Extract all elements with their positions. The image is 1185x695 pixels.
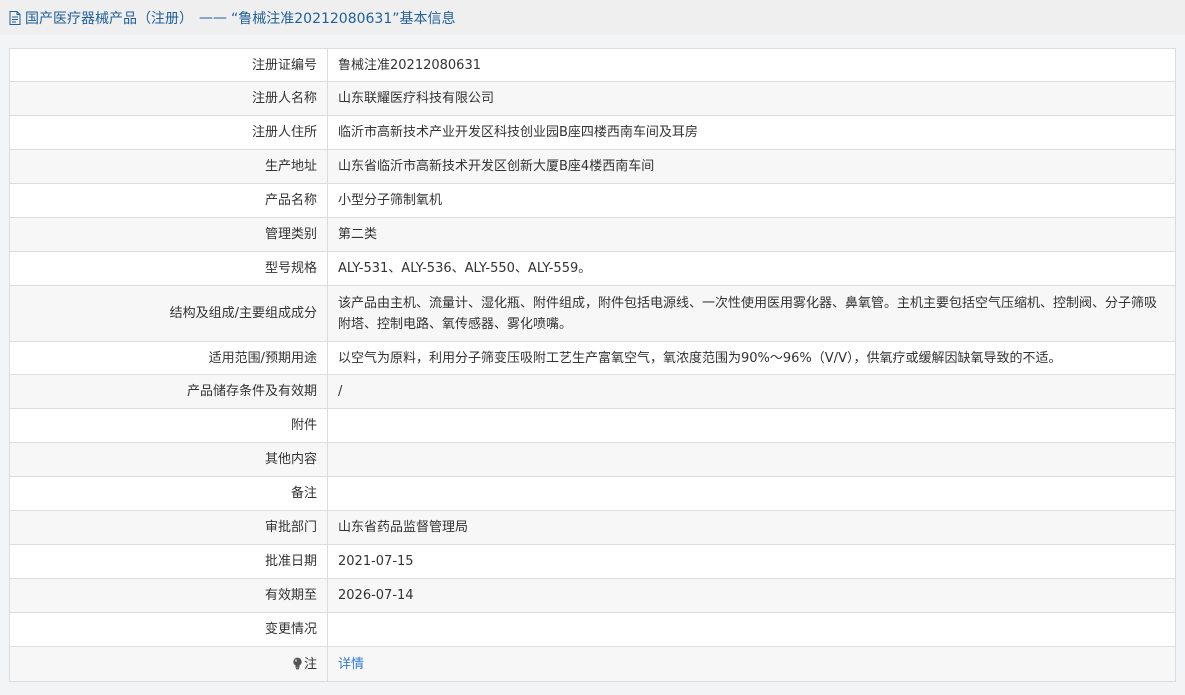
row-value — [327, 612, 1176, 647]
page-header: 国产医疗器械产品（注册） —— “鲁械注准20212080631”基本信息 — [0, 0, 1185, 35]
row-label: 其他内容 — [9, 442, 328, 477]
row-value: 山东省药品监督管理局 — [327, 510, 1176, 545]
row-label: 注册证编号 — [9, 48, 328, 82]
info-table: 注册证编号 鲁械注准20212080631 注册人名称 山东联耀医疗科技有限公司 注册人… — [9, 48, 1176, 682]
header-title: “鲁械注准20212080631”基本信息 — [231, 10, 456, 27]
table-row: 审批部门 山东省药品监督管理局 — [9, 510, 1176, 545]
document-icon — [9, 10, 21, 25]
details-link[interactable]: 详情 — [338, 657, 364, 672]
note-value-cell: 详情 — [327, 646, 1176, 682]
content-panel: 注册证编号 鲁械注准20212080631 注册人名称 山东联耀医疗科技有限公司 注册人… — [0, 35, 1185, 695]
row-label: 变更情况 — [9, 612, 328, 647]
row-label: 备注 — [9, 476, 328, 511]
row-label: 批准日期 — [9, 544, 328, 579]
row-label: 结构及组成/主要组成成分 — [9, 285, 328, 342]
header-category: 国产医疗器械产品（注册） — [25, 10, 193, 27]
table-row: 注册证编号 鲁械注准20212080631 — [9, 48, 1176, 82]
row-label: 注册人名称 — [9, 81, 328, 116]
row-value: 临沂市高新技术产业开发区科技创业园B座四楼西南车间及耳房 — [327, 115, 1176, 150]
header-separator: —— — [199, 9, 227, 26]
row-value: / — [327, 374, 1176, 409]
note-row: 注 详情 — [9, 646, 1176, 682]
table-row: 产品储存条件及有效期 / — [9, 374, 1176, 409]
table-row: 其他内容 — [9, 442, 1176, 477]
table-row: 变更情况 — [9, 612, 1176, 647]
row-label: 型号规格 — [9, 251, 328, 286]
row-label: 管理类别 — [9, 217, 328, 252]
row-value: 以空气为原料，利用分子筛变压吸附工艺生产富氧空气，氧浓度范围为90%～96%（V… — [327, 341, 1176, 375]
row-value: 2021-07-15 — [327, 544, 1176, 579]
row-value — [327, 408, 1176, 443]
row-value: 小型分子筛制氧机 — [327, 183, 1176, 218]
row-value: ALY-531、ALY-536、ALY-550、ALY-559。 — [327, 251, 1176, 286]
row-label: 生产地址 — [9, 149, 328, 184]
row-label: 产品储存条件及有效期 — [9, 374, 328, 409]
row-value — [327, 476, 1176, 511]
table-row: 管理类别 第二类 — [9, 217, 1176, 252]
row-label: 适用范围/预期用途 — [9, 341, 328, 375]
table-row: 生产地址 山东省临沂市高新技术开发区创新大厦B座4楼西南车间 — [9, 149, 1176, 184]
table-row: 结构及组成/主要组成成分 该产品由主机、流量计、湿化瓶、附件组成，附件包括电源线、… — [9, 285, 1176, 342]
table-row: 型号规格 ALY-531、ALY-536、ALY-550、ALY-559。 — [9, 251, 1176, 286]
bulb-icon — [292, 656, 303, 669]
table-row: 附件 — [9, 408, 1176, 443]
table-row: 适用范围/预期用途 以空气为原料，利用分子筛变压吸附工艺生产富氧空气，氧浓度范围为… — [9, 341, 1176, 375]
row-value: 第二类 — [327, 217, 1176, 252]
table-row: 批准日期 2021-07-15 — [9, 544, 1176, 579]
table-row: 产品名称 小型分子筛制氧机 — [9, 183, 1176, 218]
row-value — [327, 442, 1176, 477]
table-row: 备注 — [9, 476, 1176, 511]
row-value: 鲁械注准20212080631 — [327, 48, 1176, 82]
row-value: 山东省临沂市高新技术开发区创新大厦B座4楼西南车间 — [327, 149, 1176, 184]
row-value: 山东联耀医疗科技有限公司 — [327, 81, 1176, 116]
table-row: 注册人名称 山东联耀医疗科技有限公司 — [9, 81, 1176, 116]
row-value: 2026-07-14 — [327, 578, 1176, 613]
row-label: 审批部门 — [9, 510, 328, 545]
row-label: 产品名称 — [9, 183, 328, 218]
note-label-cell: 注 — [9, 646, 328, 682]
row-label: 有效期至 — [9, 578, 328, 613]
table-row: 注册人住所 临沂市高新技术产业开发区科技创业园B座四楼西南车间及耳房 — [9, 115, 1176, 150]
row-value: 该产品由主机、流量计、湿化瓶、附件组成，附件包括电源线、一次性使用医用雾化器、鼻… — [327, 285, 1176, 342]
table-row: 有效期至 2026-07-14 — [9, 578, 1176, 613]
row-label: 注册人住所 — [9, 115, 328, 150]
note-label: 注 — [303, 656, 317, 672]
row-label: 附件 — [9, 408, 328, 443]
